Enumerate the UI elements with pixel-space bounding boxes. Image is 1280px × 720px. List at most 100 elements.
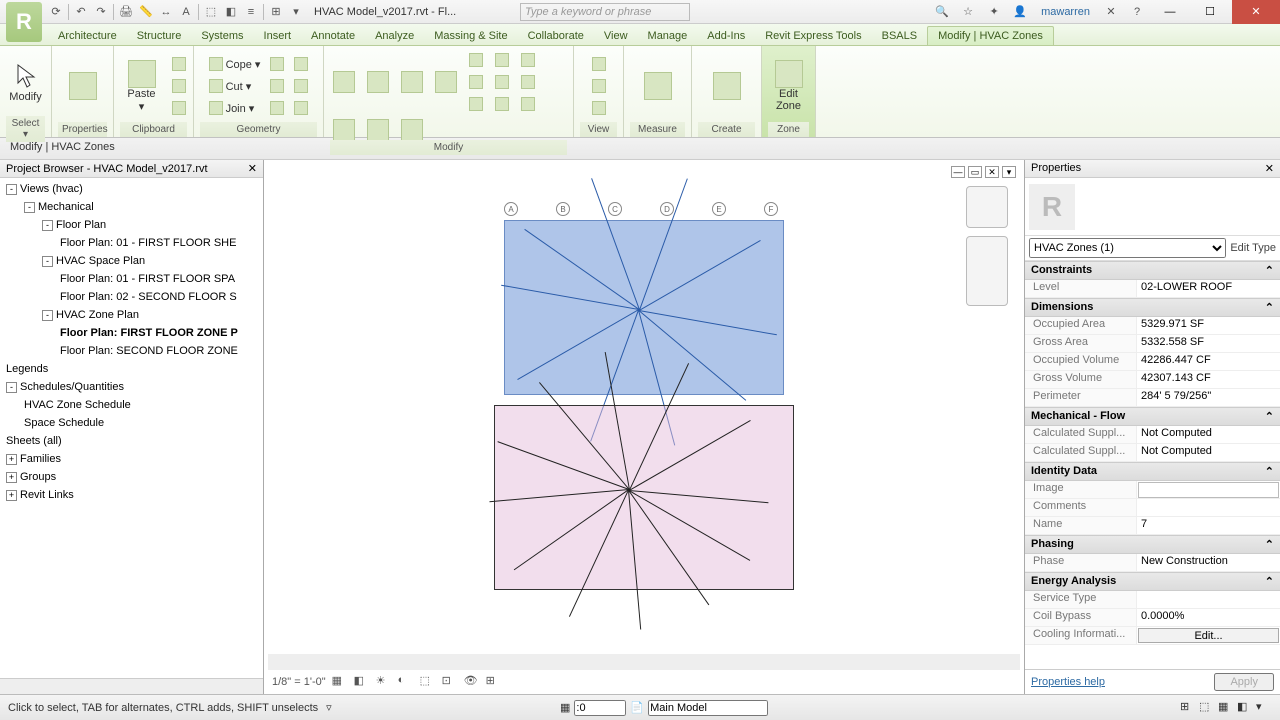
select-count-icon[interactable]: ▦ (560, 701, 570, 714)
geom-icon[interactable] (291, 76, 311, 96)
status-icon[interactable]: ◧ (1237, 700, 1253, 716)
exchange-icon[interactable]: ✕ (1100, 3, 1122, 21)
view-icon[interactable] (589, 76, 609, 96)
visual-style-icon[interactable]: ◧ (354, 674, 370, 690)
tree-item[interactable]: +Revit Links (0, 486, 263, 504)
geom-icon[interactable] (291, 54, 311, 74)
property-row[interactable]: Calculated Suppl...Not Computed (1025, 444, 1280, 462)
cope-button[interactable]: Cope ▾ (206, 54, 264, 74)
close-button[interactable]: ✕ (1232, 0, 1280, 24)
min-view-icon[interactable]: — (951, 166, 965, 178)
maximize-button[interactable]: ☐ (1192, 0, 1228, 24)
type-selector[interactable]: HVAC Zones (1) (1029, 238, 1226, 258)
mirror-pick-button[interactable] (398, 72, 426, 92)
property-row[interactable]: Comments (1025, 499, 1280, 517)
ribbon-tab[interactable]: Insert (254, 27, 302, 45)
tree-item[interactable]: +Groups (0, 468, 263, 486)
geom-icon[interactable] (291, 98, 311, 118)
nav-wheel[interactable] (966, 236, 1008, 306)
property-category[interactable]: Energy Analysis⌃ (1025, 572, 1280, 591)
join-button[interactable]: Join ▾ (206, 98, 264, 118)
print-icon[interactable]: 🖨 (116, 3, 136, 21)
property-category[interactable]: Mechanical - Flow⌃ (1025, 407, 1280, 426)
cut-geom-button[interactable]: Cut ▾ (206, 76, 264, 96)
close-view-icon[interactable]: ✕ (985, 166, 999, 178)
modify-tool[interactable]: Modify (3, 50, 49, 116)
property-row[interactable]: Gross Volume42307.143 CF (1025, 371, 1280, 389)
view-icon[interactable] (589, 98, 609, 118)
tree-item[interactable]: -Schedules/Quantities (0, 378, 263, 396)
options-icon[interactable]: ▾ (1002, 166, 1016, 178)
scrollbar[interactable] (0, 678, 263, 694)
workset-icon[interactable]: 📄 (630, 701, 644, 714)
filter-icon[interactable]: ▿ (326, 701, 332, 714)
sun-path-icon[interactable]: ☀ (376, 674, 392, 690)
mod-icon[interactable] (518, 94, 538, 114)
mod-icon[interactable] (518, 50, 538, 70)
sync-icon[interactable]: ⟳ (46, 3, 66, 21)
keys-icon[interactable]: ☆ (957, 3, 979, 21)
properties-grid[interactable]: Constraints⌃Level02-LOWER ROOFDimensions… (1025, 261, 1280, 669)
tree-item[interactable]: -HVAC Space Plan (0, 252, 263, 270)
property-row[interactable]: Level02-LOWER ROOF (1025, 280, 1280, 298)
measure-icon[interactable]: 📏 (136, 3, 156, 21)
mod-icon[interactable] (518, 72, 538, 92)
grid-bubble[interactable]: A (504, 202, 518, 216)
create-button[interactable] (704, 53, 750, 119)
property-row[interactable]: Service Type (1025, 591, 1280, 609)
view-icon[interactable] (589, 54, 609, 74)
thin-lines-icon[interactable]: ≡ (241, 3, 261, 21)
reveal-icon[interactable]: ⊞ (486, 674, 502, 690)
property-category[interactable]: Constraints⌃ (1025, 261, 1280, 280)
ribbon-tab[interactable]: Systems (191, 27, 253, 45)
shadows-icon[interactable]: ◐ (398, 674, 414, 690)
mod-icon[interactable] (466, 50, 486, 70)
property-category[interactable]: Identity Data⌃ (1025, 462, 1280, 481)
copy-clipboard-button[interactable] (169, 76, 189, 96)
tree-item[interactable]: Floor Plan: FIRST FLOOR ZONE P (0, 324, 263, 342)
tree-item[interactable]: Floor Plan: 02 - SECOND FLOOR S (0, 288, 263, 306)
close-inactive-icon[interactable]: ⊞ (266, 3, 286, 21)
drawing-canvas[interactable]: — ▭ ✕ ▾ ABCDEF 1/8" = 1'-0" ▦ (264, 160, 1024, 694)
search-input[interactable]: Type a keyword or phrase (520, 3, 690, 21)
properties-button[interactable] (60, 53, 106, 119)
property-row[interactable]: Name7 (1025, 517, 1280, 535)
property-category[interactable]: Dimensions⌃ (1025, 298, 1280, 317)
property-row[interactable]: Gross Area5332.558 SF (1025, 335, 1280, 353)
grid-bubble[interactable]: E (712, 202, 726, 216)
property-row[interactable]: Occupied Volume42286.447 CF (1025, 353, 1280, 371)
cut-clipboard-button[interactable] (169, 54, 189, 74)
geom-icon[interactable] (267, 98, 287, 118)
status-icon[interactable]: ▦ (1218, 700, 1234, 716)
trim-button[interactable] (398, 120, 426, 140)
geom-icon[interactable] (267, 54, 287, 74)
restore-view-icon[interactable]: ▭ (968, 166, 982, 178)
ribbon-tab[interactable]: Revit Express Tools (755, 27, 871, 45)
view-cube[interactable] (966, 186, 1008, 228)
scrollbar[interactable] (268, 654, 1020, 670)
status-icon[interactable]: ⊞ (1180, 700, 1196, 716)
ribbon-tab[interactable]: Manage (638, 27, 698, 45)
ribbon-tab[interactable]: Collaborate (518, 27, 594, 45)
detail-level-icon[interactable]: ▦ (332, 674, 348, 690)
ribbon-tab[interactable]: Annotate (301, 27, 365, 45)
properties-help-link[interactable]: Properties help (1031, 676, 1105, 688)
grid-bubble[interactable]: B (556, 202, 570, 216)
ribbon-tab[interactable]: Architecture (48, 27, 127, 45)
match-button[interactable] (169, 98, 189, 118)
property-row[interactable]: Occupied Area5329.971 SF (1025, 317, 1280, 335)
grid-bubble[interactable]: D (660, 202, 674, 216)
align-button[interactable] (330, 72, 358, 92)
apply-button[interactable]: Apply (1214, 673, 1274, 691)
ribbon-tab[interactable]: View (594, 27, 638, 45)
mod-icon[interactable] (492, 72, 512, 92)
dimension-icon[interactable]: ↔ (156, 3, 176, 21)
star-icon[interactable]: ✦ (983, 3, 1005, 21)
property-row[interactable]: Image (1025, 481, 1280, 499)
workset-field[interactable] (648, 700, 768, 716)
edit-type-button[interactable]: Edit Type (1230, 242, 1276, 254)
redo-icon[interactable]: ↷ (91, 3, 111, 21)
selection-count[interactable] (574, 700, 626, 716)
ribbon-tab[interactable]: BSALS (872, 27, 927, 45)
ribbon-tab[interactable]: Modify | HVAC Zones (927, 26, 1054, 45)
